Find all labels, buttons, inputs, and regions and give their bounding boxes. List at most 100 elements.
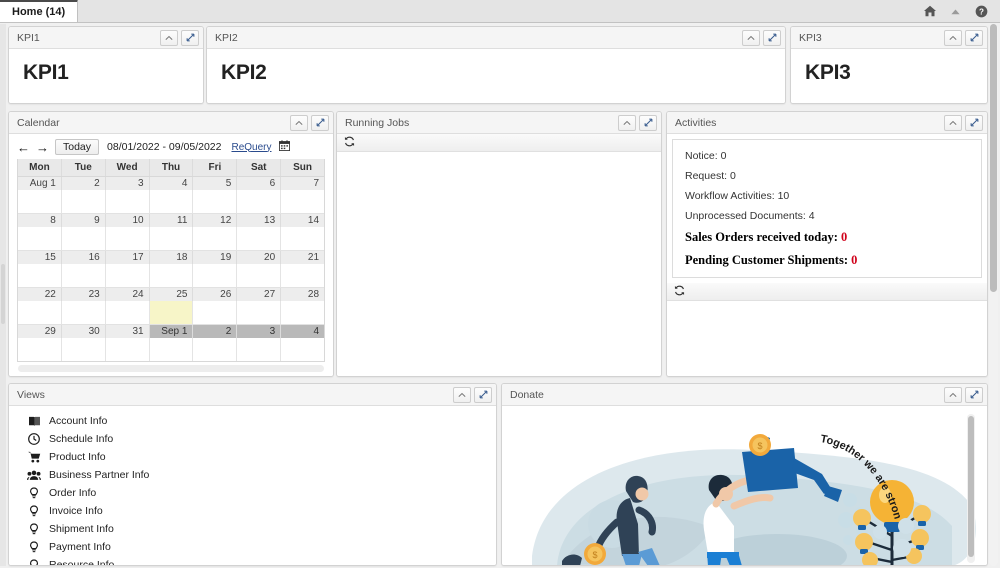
view-item-account-info[interactable]: Account Info [9,412,496,430]
calendar-day-number[interactable]: 18 [150,251,194,264]
calendar-day-number[interactable]: 5 [193,177,237,190]
expand-icon[interactable] [639,115,657,131]
calendar-day-cell[interactable] [106,301,150,324]
calendar-day-number[interactable]: 27 [237,288,281,301]
calendar-day-number[interactable]: 12 [193,214,237,227]
calendar-day-cell[interactable] [281,338,324,361]
calendar-day-cell[interactable] [237,301,281,324]
activity-row[interactable]: Sales Orders received today: 0 [673,226,981,249]
expand-icon[interactable] [965,30,983,46]
page-scroll-thumb[interactable] [990,24,997,292]
calendar-day-cell[interactable] [193,190,237,213]
collapse-icon[interactable] [944,30,962,46]
tab-home[interactable]: Home (14) [0,0,78,22]
calendar-day-cell[interactable] [18,338,62,361]
donate-scrollbar[interactable] [967,414,975,563]
calendar-day-cell[interactable] [62,227,106,250]
page-scrollbar[interactable] [989,24,998,566]
home-icon[interactable] [924,5,936,17]
calendar-day-number[interactable]: 4 [281,325,324,338]
calendar-day-cell[interactable] [237,338,281,361]
calendar-day-cell[interactable] [106,190,150,213]
view-item-resource-info[interactable]: Resource Info [9,556,496,565]
collapse-icon[interactable] [618,115,636,131]
calendar-day-number[interactable]: 30 [62,325,106,338]
calendar-day-cell[interactable] [62,190,106,213]
calendar-today-button[interactable]: Today [55,139,99,155]
calendar-day-cell[interactable] [106,227,150,250]
view-item-invoice-info[interactable]: Invoice Info [9,502,496,520]
calendar-day-cell[interactable] [193,264,237,287]
view-item-order-info[interactable]: Order Info [9,484,496,502]
calendar-day-number[interactable]: 10 [106,214,150,227]
calendar-day-cell[interactable] [62,301,106,324]
calendar-day-number[interactable]: 3 [106,177,150,190]
calendar-day-cell[interactable] [281,264,324,287]
calendar-day-number[interactable]: 21 [281,251,324,264]
activity-row[interactable]: Workflow Activities: 10 [673,186,981,206]
collapse-icon[interactable] [944,387,962,403]
collapse-icon[interactable] [290,115,308,131]
refresh-icon[interactable] [344,136,355,150]
calendar-day-cell[interactable] [193,227,237,250]
calendar-day-cell[interactable] [237,190,281,213]
calendar-next-button[interactable]: → [36,141,49,154]
calendar-day-cell[interactable] [150,264,194,287]
sidebar-collapse-handle[interactable] [1,264,5,324]
expand-icon[interactable] [965,115,983,131]
calendar-horizontal-scrollbar[interactable] [18,365,324,372]
calendar-day-number[interactable]: 7 [281,177,324,190]
help-icon[interactable]: ? [975,5,988,18]
calendar-day-cell[interactable] [150,301,194,324]
calendar-day-number[interactable]: 20 [237,251,281,264]
view-item-business-partner-info[interactable]: Business Partner Info [9,466,496,484]
activity-row[interactable]: Request: 0 [673,166,981,186]
calendar-day-cell[interactable] [106,264,150,287]
calendar-day-cell[interactable] [281,227,324,250]
calendar-day-number[interactable]: 19 [193,251,237,264]
calendar-day-number[interactable]: 13 [237,214,281,227]
calendar-requery-link[interactable]: ReQuery [231,142,271,153]
calendar-day-cell[interactable] [150,227,194,250]
activity-row[interactable]: Notice: 0 [673,146,981,166]
calendar-day-number[interactable]: 31 [106,325,150,338]
collapse-caret-icon[interactable] [950,6,961,17]
calendar-day-number[interactable]: 2 [193,325,237,338]
calendar-day-number[interactable]: Sep 1 [150,325,194,338]
calendar-day-number[interactable]: 11 [150,214,194,227]
calendar-day-cell[interactable] [62,338,106,361]
calendar-day-cell[interactable] [150,338,194,361]
activity-row[interactable]: Unprocessed Documents: 4 [673,206,981,226]
expand-icon[interactable] [474,387,492,403]
collapse-icon[interactable] [944,115,962,131]
calendar-day-number[interactable]: 28 [281,288,324,301]
calendar-prev-button[interactable]: ← [17,141,30,154]
calendar-day-number[interactable]: Aug 1 [18,177,62,190]
calendar-day-number[interactable]: 16 [62,251,106,264]
collapse-icon[interactable] [160,30,178,46]
calendar-day-number[interactable]: 8 [18,214,62,227]
calendar-day-cell[interactable] [18,301,62,324]
calendar-day-cell[interactable] [281,190,324,213]
activity-row[interactable]: Pending Customer Shipments: 0 [673,249,981,272]
expand-icon[interactable] [181,30,199,46]
calendar-day-number[interactable]: 24 [106,288,150,301]
calendar-day-cell[interactable] [18,190,62,213]
expand-icon[interactable] [311,115,329,131]
calendar-day-cell[interactable] [18,227,62,250]
calendar-day-number[interactable]: 6 [237,177,281,190]
calendar-day-cell[interactable] [237,264,281,287]
calendar-day-cell[interactable] [193,301,237,324]
donate-scroll-thumb[interactable] [968,416,974,557]
calendar-day-number[interactable]: 17 [106,251,150,264]
collapse-icon[interactable] [453,387,471,403]
calendar-day-number[interactable]: 26 [193,288,237,301]
calendar-day-cell[interactable] [18,264,62,287]
calendar-day-number[interactable]: 15 [18,251,62,264]
calendar-day-number[interactable]: 22 [18,288,62,301]
view-item-payment-info[interactable]: Payment Info [9,538,496,556]
view-item-schedule-info[interactable]: Schedule Info [9,430,496,448]
calendar-day-number[interactable]: 4 [150,177,194,190]
calendar-day-number[interactable]: 25 [150,288,194,301]
calendar-day-number[interactable]: 9 [62,214,106,227]
